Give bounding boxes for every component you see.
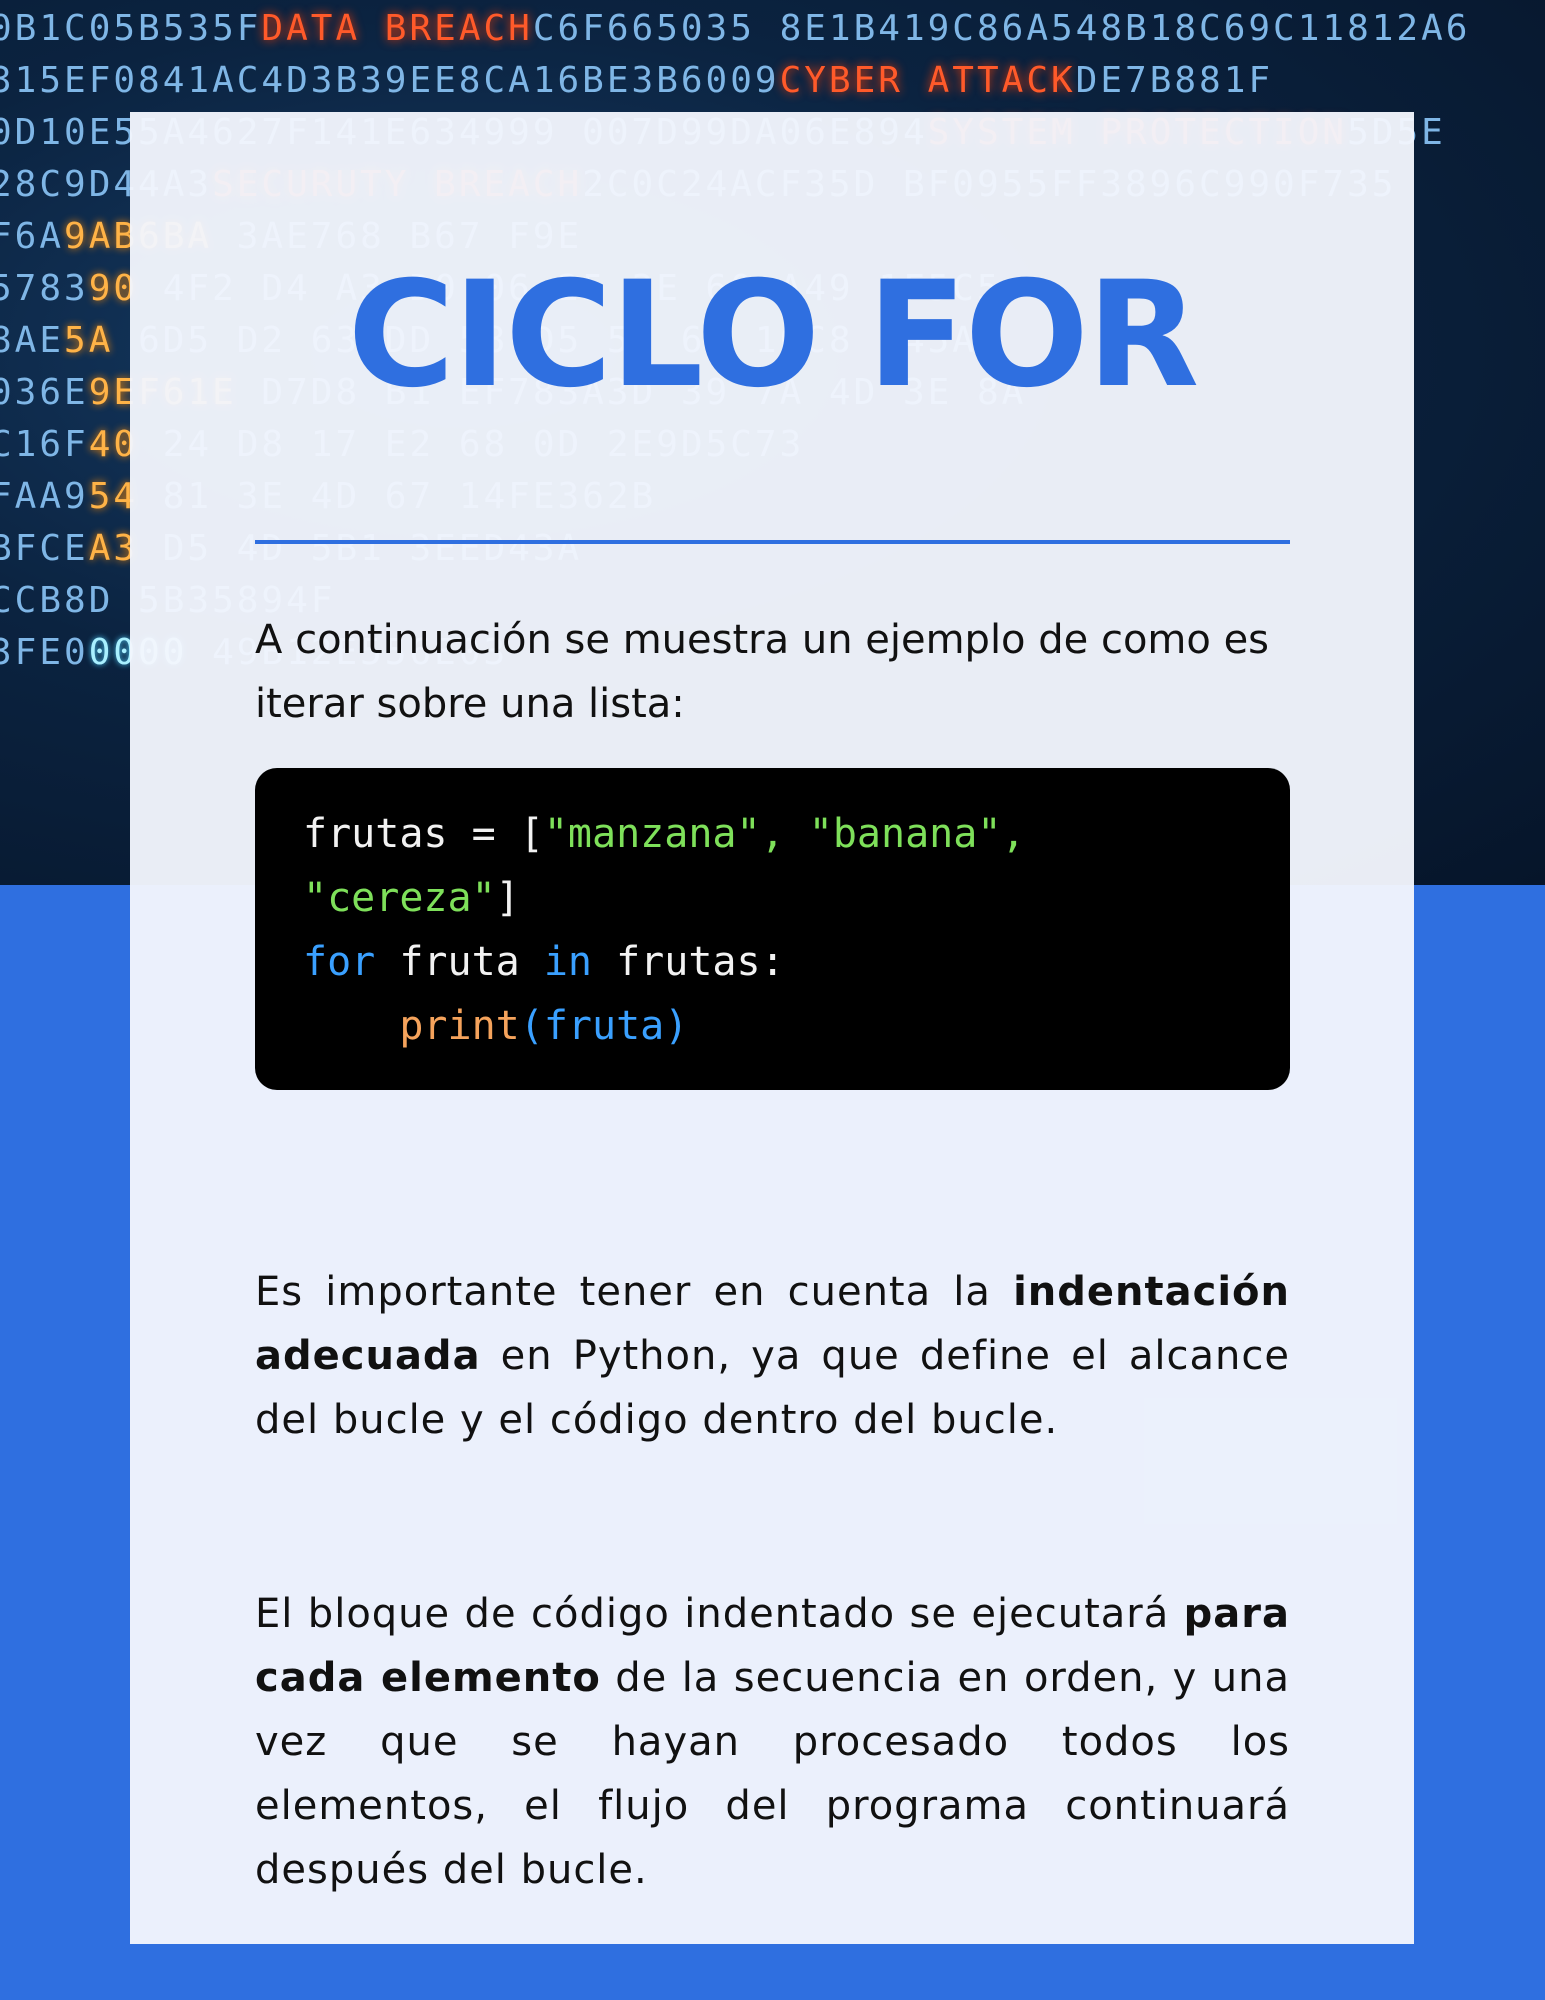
intro-text: A continuación se muestra un ejemplo de … bbox=[255, 617, 1270, 727]
background-code-text: 315EF0841AC4D3 bbox=[0, 60, 336, 101]
content-card: CICLO FOR A continuación se muestra un e… bbox=[130, 112, 1414, 1944]
background-code-text: 036E bbox=[0, 372, 89, 413]
page-title: CICLO FOR bbox=[347, 250, 1200, 420]
background-code-text: CYBER ATTACK bbox=[779, 60, 1076, 101]
background-code-text: FAA9 bbox=[0, 476, 89, 517]
paragraph-text: El bloque de código indentado se ejecuta… bbox=[255, 1591, 1184, 1637]
background-code-text: B39EE8CA16BE3B6009 bbox=[335, 60, 780, 101]
code-string: "cereza" bbox=[303, 875, 496, 921]
code-token: , bbox=[1001, 811, 1026, 857]
code-keyword: for bbox=[303, 939, 376, 985]
background-code-line: 0B1C05B535FDATA BREACHC6F665035 8E1B419C… bbox=[0, 8, 1470, 49]
background-code-text: BFCE bbox=[0, 528, 89, 569]
code-token: frutas = [ bbox=[303, 811, 544, 857]
code-token: frutas: bbox=[592, 939, 785, 985]
background-code-text: F6A bbox=[0, 216, 65, 257]
background-code-text: C16F bbox=[0, 424, 89, 465]
code-token: ] bbox=[495, 875, 520, 921]
indentation-paragraph: Es importante tener en cuenta la indenta… bbox=[255, 1260, 1290, 1452]
code-string: "manzana" bbox=[543, 811, 761, 857]
background-code-text: 3FE0 bbox=[0, 632, 89, 673]
background-code-text: DE7B881F bbox=[1075, 60, 1274, 101]
code-block: frutas = ["manzana", "banana", "cereza"]… bbox=[255, 768, 1290, 1090]
code-string: "banana" bbox=[808, 811, 1002, 857]
background-code-text: 0B1C05B535F bbox=[0, 8, 262, 49]
background-code-text: 8AE bbox=[0, 320, 65, 361]
code-token: (fruta) bbox=[519, 1003, 689, 1049]
background-code-text: C6F665035 8E1B419C86A548B18C69C11812A6 bbox=[532, 8, 1471, 49]
paragraph-text: Es importante tener en cuenta la bbox=[255, 1269, 1014, 1315]
background-code-text: CCB8D bbox=[0, 580, 114, 621]
background-code-text: DATA BREACH bbox=[261, 8, 533, 49]
code-function: print bbox=[399, 1003, 520, 1049]
background-code-text: 5783 bbox=[0, 268, 89, 309]
code-token: , bbox=[760, 811, 809, 857]
execution-paragraph: El bloque de código indentado se ejecuta… bbox=[255, 1582, 1290, 1902]
title-divider bbox=[255, 540, 1290, 544]
background-code-text: 5A bbox=[64, 320, 114, 361]
code-keyword: in bbox=[543, 939, 592, 985]
background-code-line: 315EF0841AC4D3B39EE8CA16BE3B6009CYBER AT… bbox=[0, 60, 1273, 101]
code-token: fruta bbox=[375, 939, 544, 985]
